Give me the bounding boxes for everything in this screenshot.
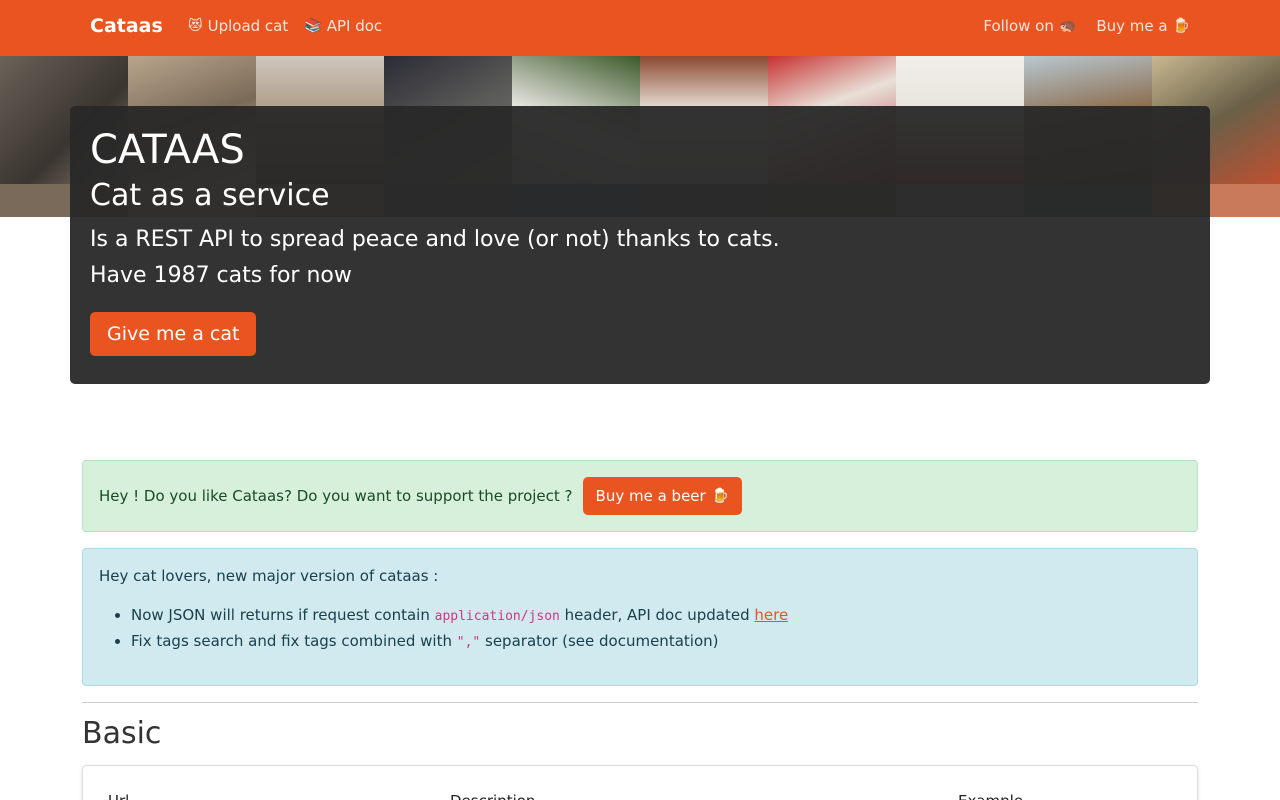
give-me-a-cat-button[interactable]: Give me a cat: [90, 312, 257, 356]
item2-text-a: Fix tags search and fix tags combined wi…: [131, 632, 452, 650]
hero-jumbotron: CATAAS Cat as a service Is a REST API to…: [70, 106, 1210, 384]
hero-subtitle: Cat as a service: [90, 178, 330, 213]
column-header-example: Example: [958, 792, 1023, 800]
item2-text-b: separator (see documentation): [485, 632, 719, 650]
books-icon: 📚: [304, 18, 322, 34]
nav-upload-cat-link[interactable]: 😻 Upload cat: [188, 17, 288, 35]
item1-text-b: header, API doc updated: [564, 606, 750, 624]
beer-icon: 🍺: [711, 488, 730, 504]
support-alert-text: Hey ! Do you like Cataas? Do you want to…: [99, 487, 573, 505]
beer-icon: 🍺: [1172, 18, 1190, 34]
navbar: Cataas 😻 Upload cat 📚 API doc Follow on …: [0, 0, 1280, 56]
nav-right: Follow on 🦔 Buy me a 🍺: [983, 17, 1190, 35]
item2-code: ",": [456, 635, 481, 650]
nav-api-doc-link[interactable]: 📚 API doc: [304, 17, 382, 35]
column-header-description: Description: [450, 792, 535, 800]
list-item: Now JSON will returns if request contain…: [131, 603, 1181, 629]
hedgehog-icon: 🦔: [1058, 18, 1077, 34]
hero-cat-count: Have 1987 cats for now: [90, 263, 352, 288]
nav-follow-link[interactable]: Follow on 🦔: [983, 17, 1076, 35]
item1-text-a: Now JSON will returns if request contain: [131, 606, 430, 624]
nav-buy-link[interactable]: Buy me a 🍺: [1096, 17, 1190, 35]
new-version-alert: Hey cat lovers, new major version of cat…: [82, 548, 1198, 686]
buy-me-a-beer-button[interactable]: Buy me a beer 🍺: [582, 477, 743, 515]
nav-left: 😻 Upload cat 📚 API doc: [188, 17, 382, 35]
section-title: Basic: [82, 716, 162, 751]
new-version-list: Now JSON will returns if request contain…: [99, 603, 1181, 655]
nav-upload-cat-label: Upload cat: [207, 17, 289, 35]
heart-eyes-cat-icon: 😻: [188, 18, 203, 34]
column-header-url: Url: [108, 792, 129, 800]
api-doc-here-link[interactable]: here: [754, 606, 788, 624]
section-divider: [82, 702, 1198, 703]
nav-follow-label: Follow on: [983, 17, 1054, 35]
brand-link[interactable]: Cataas: [90, 15, 163, 37]
new-version-intro: Hey cat lovers, new major version of cat…: [99, 567, 439, 585]
hero-title: CATAAS: [90, 127, 245, 173]
hero-description: Is a REST API to spread peace and love (…: [90, 227, 780, 252]
nav-buy-label: Buy me a: [1096, 17, 1168, 35]
buy-me-a-beer-label: Buy me a beer: [595, 487, 706, 505]
support-alert: Hey ! Do you like Cataas? Do you want to…: [82, 460, 1198, 532]
nav-api-doc-label: API doc: [326, 17, 383, 35]
basic-table-card: Url Description Example: [82, 765, 1198, 800]
item1-code: application/json: [434, 609, 560, 624]
list-item: Fix tags search and fix tags combined wi…: [131, 629, 1181, 655]
